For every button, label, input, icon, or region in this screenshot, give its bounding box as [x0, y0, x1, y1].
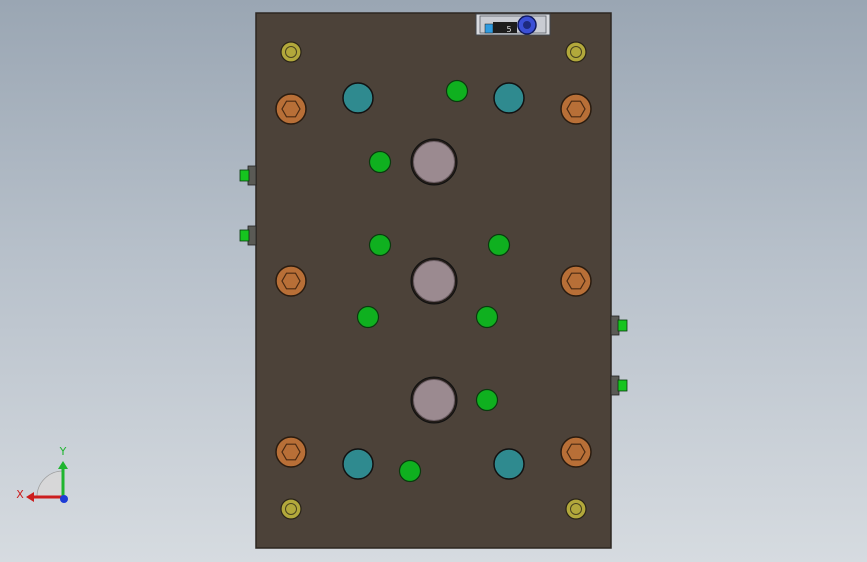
z-axis-dot — [60, 495, 68, 503]
side-fitting-left[interactable] — [239, 165, 257, 186]
triad-x-label: X — [16, 488, 24, 501]
side-fitting-left[interactable] — [239, 225, 257, 246]
cad-graphics-viewport[interactable]: 5 Y X — [0, 0, 867, 562]
side-fitting-right[interactable] — [610, 375, 628, 396]
cap-screw[interactable] — [560, 436, 592, 468]
cap-screw[interactable] — [275, 93, 307, 125]
teal-port[interactable] — [493, 448, 525, 480]
green-port[interactable] — [475, 305, 499, 329]
green-port[interactable] — [475, 388, 499, 412]
manifold-block[interactable]: 5 — [239, 12, 628, 549]
top-valve-component[interactable]: 5 — [475, 13, 551, 36]
cap-screw[interactable] — [275, 436, 307, 468]
dowel-pin[interactable] — [565, 41, 587, 63]
top-component-label: 5 — [506, 25, 511, 34]
teal-port[interactable] — [342, 82, 374, 114]
triad-xy-plane-arc — [36, 470, 64, 498]
dowel-pin[interactable] — [565, 498, 587, 520]
green-port[interactable] — [368, 233, 392, 257]
green-port[interactable] — [356, 305, 380, 329]
green-port[interactable] — [368, 150, 392, 174]
side-fitting-right[interactable] — [610, 315, 628, 336]
cap-screw[interactable] — [275, 265, 307, 297]
main-port[interactable] — [410, 257, 458, 305]
green-port[interactable] — [398, 459, 422, 483]
cap-screw[interactable] — [560, 265, 592, 297]
main-port[interactable] — [410, 138, 458, 186]
teal-port[interactable] — [493, 82, 525, 114]
green-port[interactable] — [487, 233, 511, 257]
coordinate-triad[interactable]: Y X — [16, 445, 68, 503]
main-port[interactable] — [410, 376, 458, 424]
triad-y-label: Y — [59, 445, 67, 458]
dowel-pin[interactable] — [280, 41, 302, 63]
green-port[interactable] — [445, 79, 469, 103]
dowel-pin[interactable] — [280, 498, 302, 520]
cap-screw[interactable] — [560, 93, 592, 125]
teal-port[interactable] — [342, 448, 374, 480]
